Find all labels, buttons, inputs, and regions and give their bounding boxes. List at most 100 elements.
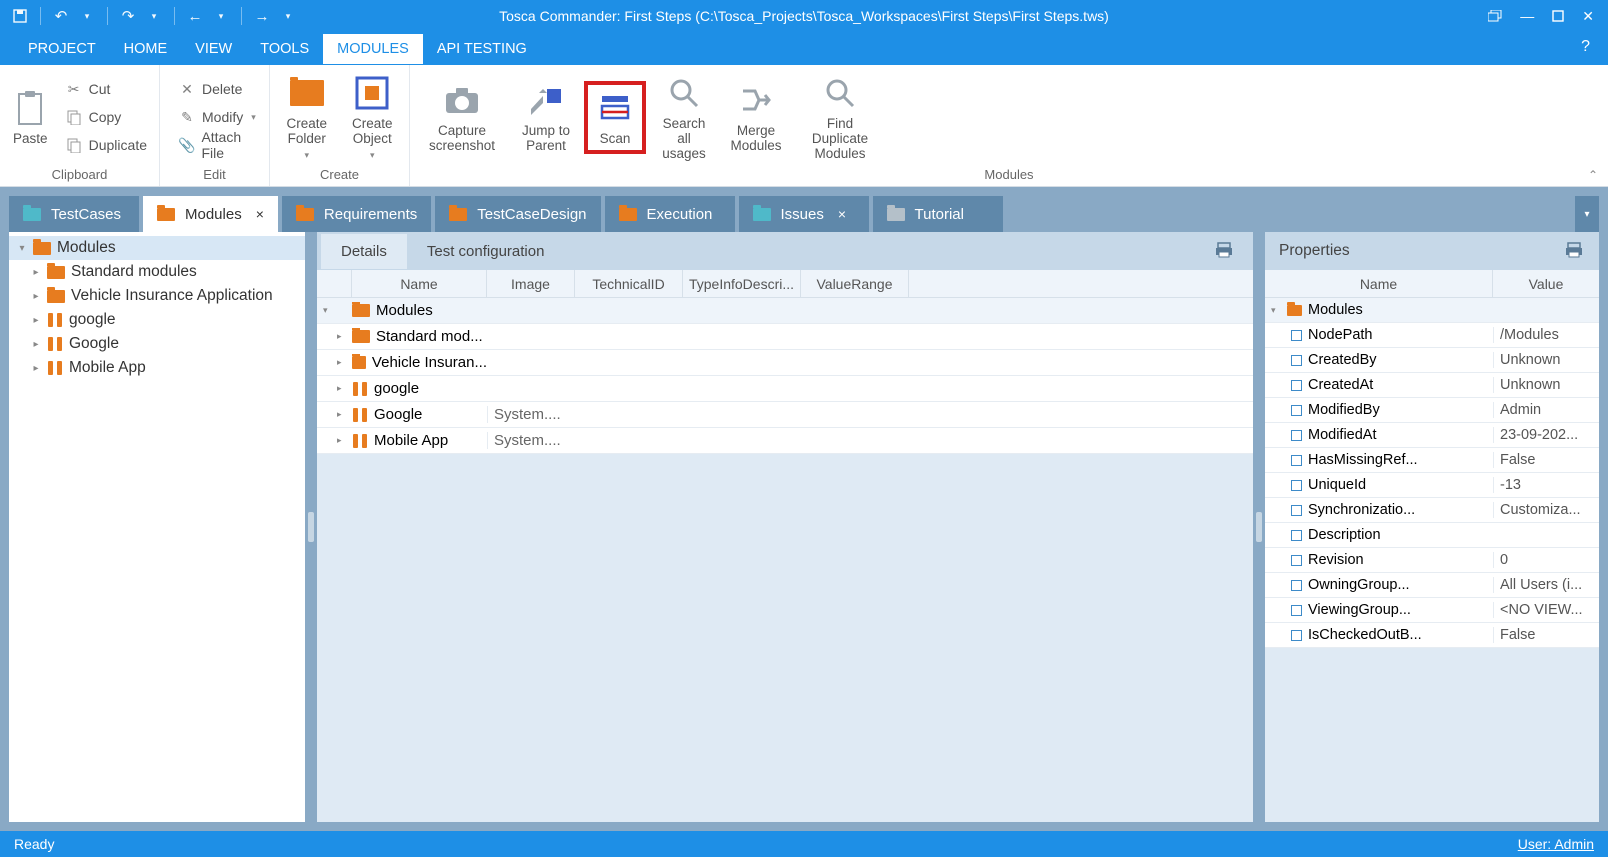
- capture-screenshot-button[interactable]: Capture screenshot: [416, 77, 508, 157]
- splitter-left[interactable]: [305, 232, 317, 822]
- property-row[interactable]: NodePath/Modules: [1265, 323, 1599, 348]
- expander-icon[interactable]: ▸: [31, 363, 41, 374]
- grid-row[interactable]: ▸Mobile AppSystem....: [317, 428, 1253, 454]
- tab-tutorial[interactable]: Tutorial: [873, 196, 1003, 232]
- expander-icon[interactable]: ▸: [31, 315, 41, 326]
- menu-project[interactable]: PROJECT: [14, 34, 110, 64]
- tree-item[interactable]: ▸Mobile App: [9, 356, 305, 380]
- expander-icon[interactable]: ▸: [337, 331, 345, 342]
- forward-icon[interactable]: →: [252, 6, 272, 26]
- property-row[interactable]: IsCheckedOutB...False: [1265, 623, 1599, 648]
- save-icon[interactable]: [10, 6, 30, 26]
- grid-row[interactable]: ▸GoogleSystem....: [317, 402, 1253, 428]
- tabs-overflow-icon[interactable]: ▾: [1575, 196, 1599, 232]
- modify-button[interactable]: ✎Modify▾: [172, 104, 263, 130]
- create-folder-button[interactable]: Create Folder ▾: [276, 70, 338, 165]
- undo-icon[interactable]: ↶: [51, 6, 71, 26]
- expander-icon[interactable]: ▸: [337, 383, 345, 394]
- property-row[interactable]: ▾Modules: [1265, 298, 1599, 323]
- property-row[interactable]: CreatedByUnknown: [1265, 348, 1599, 373]
- property-row[interactable]: ViewingGroup...<NO VIEW...: [1265, 598, 1599, 623]
- grid-row[interactable]: ▸Standard mod...: [317, 324, 1253, 350]
- undo-dropdown-icon[interactable]: ▾: [77, 6, 97, 26]
- redo-icon[interactable]: ↷: [118, 6, 138, 26]
- prop-col-name[interactable]: Name: [1265, 270, 1493, 297]
- tab-requirements[interactable]: Requirements: [282, 196, 431, 232]
- paperclip-icon: 📎: [178, 136, 195, 154]
- col-technicalid[interactable]: TechnicalID: [575, 270, 683, 297]
- col-name[interactable]: Name: [352, 270, 487, 297]
- splitter-right[interactable]: [1253, 232, 1265, 822]
- close-icon[interactable]: ×: [838, 206, 846, 222]
- property-row[interactable]: OwningGroup...All Users (i...: [1265, 573, 1599, 598]
- forward-dropdown-icon[interactable]: ▾: [278, 6, 298, 26]
- menu-home[interactable]: HOME: [110, 34, 182, 64]
- close-icon[interactable]: ×: [256, 206, 264, 222]
- col-valuerange[interactable]: ValueRange: [801, 270, 909, 297]
- tree-item[interactable]: ▸Google: [9, 332, 305, 356]
- tab-issues[interactable]: Issues×: [739, 196, 869, 232]
- tree-item[interactable]: ▾Modules: [9, 236, 305, 260]
- attach-file-button[interactable]: 📎Attach File: [172, 132, 263, 158]
- expander-icon[interactable]: ▸: [337, 357, 345, 368]
- property-row[interactable]: Description: [1265, 523, 1599, 548]
- collapse-ribbon-icon[interactable]: ⌃: [1588, 168, 1598, 182]
- expander-icon[interactable]: ▸: [31, 339, 41, 350]
- close-icon[interactable]: ✕: [1582, 8, 1594, 25]
- scan-button[interactable]: Scan: [584, 81, 646, 154]
- back-dropdown-icon[interactable]: ▾: [211, 6, 231, 26]
- maximize-icon[interactable]: [1552, 10, 1564, 22]
- tab-test-configuration[interactable]: Test configuration: [407, 234, 565, 269]
- property-row[interactable]: CreatedAtUnknown: [1265, 373, 1599, 398]
- print-icon[interactable]: [1215, 242, 1233, 258]
- property-row[interactable]: HasMissingRef...False: [1265, 448, 1599, 473]
- expander-icon[interactable]: ▾: [323, 305, 331, 316]
- tree-item[interactable]: ▸Standard modules: [9, 260, 305, 284]
- minimize-icon[interactable]: —: [1520, 8, 1534, 24]
- expander-icon[interactable]: ▸: [337, 435, 345, 446]
- print-icon[interactable]: [1565, 242, 1583, 258]
- tree-item[interactable]: ▸google: [9, 308, 305, 332]
- property-row[interactable]: ModifiedAt23-09-202...: [1265, 423, 1599, 448]
- redo-dropdown-icon[interactable]: ▾: [144, 6, 164, 26]
- delete-button[interactable]: ✕Delete: [172, 76, 263, 102]
- menu-view[interactable]: VIEW: [181, 34, 246, 64]
- tab-modules[interactable]: Modules×: [143, 196, 278, 232]
- expander-icon[interactable]: ▸: [31, 267, 41, 278]
- col-image[interactable]: Image: [487, 270, 575, 297]
- help-icon[interactable]: ?: [1581, 38, 1590, 56]
- grid-row[interactable]: ▾Modules: [317, 298, 1253, 324]
- expander-icon[interactable]: ▸: [31, 291, 41, 302]
- expander-icon[interactable]: ▸: [337, 409, 345, 420]
- cut-button[interactable]: ✂Cut: [59, 76, 153, 102]
- tab-execution[interactable]: Execution: [605, 196, 735, 232]
- property-row[interactable]: Revision0: [1265, 548, 1599, 573]
- tab-testcases[interactable]: TestCases: [9, 196, 139, 232]
- tab-details[interactable]: Details: [321, 234, 407, 269]
- grid-row[interactable]: ▸Vehicle Insuran...: [317, 350, 1253, 376]
- expander-icon[interactable]: ▾: [17, 243, 27, 254]
- menu-api-testing[interactable]: API TESTING: [423, 34, 541, 64]
- duplicate-button[interactable]: Duplicate: [59, 132, 153, 158]
- status-user[interactable]: User: Admin: [1518, 836, 1594, 852]
- property-row[interactable]: Synchronizatio...Customiza...: [1265, 498, 1599, 523]
- prop-col-value[interactable]: Value: [1493, 270, 1599, 297]
- find-duplicate-modules-button[interactable]: Find Duplicate Modules: [794, 70, 886, 165]
- copy-button[interactable]: Copy: [59, 104, 153, 130]
- jump-to-parent-button[interactable]: Jump to Parent: [512, 77, 580, 157]
- menu-modules[interactable]: MODULES: [323, 34, 423, 64]
- tab-testcasedesign[interactable]: TestCaseDesign: [435, 196, 600, 232]
- search-all-usages-button[interactable]: Search all usages: [650, 70, 718, 165]
- col-typeinfo[interactable]: TypeInfoDescri...: [683, 270, 801, 297]
- expander-icon[interactable]: ▾: [1271, 305, 1281, 316]
- merge-modules-button[interactable]: Merge Modules: [722, 77, 790, 157]
- property-row[interactable]: ModifiedByAdmin: [1265, 398, 1599, 423]
- restore-down-icon[interactable]: [1488, 10, 1502, 22]
- menu-tools[interactable]: TOOLS: [246, 34, 323, 64]
- paste-button[interactable]: Paste: [6, 85, 55, 150]
- property-row[interactable]: UniqueId-13: [1265, 473, 1599, 498]
- tree-item[interactable]: ▸Vehicle Insurance Application: [9, 284, 305, 308]
- grid-row[interactable]: ▸google: [317, 376, 1253, 402]
- back-icon[interactable]: ←: [185, 6, 205, 26]
- create-object-button[interactable]: Create Object ▾: [342, 70, 404, 165]
